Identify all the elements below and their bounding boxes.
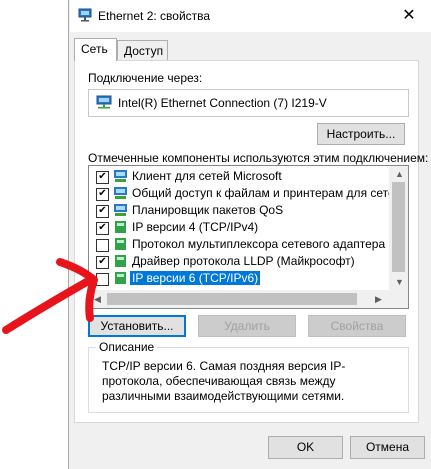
background-area [0, 0, 70, 469]
component-label: IP версии 6 (TCP/IPv6) [130, 271, 261, 285]
network-adapter-icon [96, 95, 112, 109]
ok-button[interactable]: OK [268, 436, 343, 459]
components-list[interactable]: ✔ Клиент для сетей Microsoft ✔ Общий дос… [88, 165, 409, 309]
vertical-scrollbar[interactable]: ▲ ▼ [389, 166, 408, 290]
scroll-down-icon[interactable]: ▼ [395, 277, 404, 287]
adapter-name: Intel(R) Ethernet Connection (7) I219-V [118, 96, 327, 110]
component-label: Клиент для сетей Microsoft [132, 169, 282, 183]
close-button[interactable]: ✕ [392, 4, 426, 28]
scroll-thumb[interactable] [107, 293, 357, 305]
horizontal-scrollbar[interactable]: ◀ ▶ [89, 290, 389, 308]
list-item[interactable]: ✔ Клиент для сетей Microsoft [89, 168, 390, 185]
scroll-up-icon[interactable]: ▲ [395, 169, 404, 179]
network-service-icon [114, 187, 127, 199]
network-adapter-icon [78, 8, 92, 22]
components-label: Отмеченные компоненты используются этим … [88, 151, 429, 165]
list-item-selected[interactable]: IP версии 6 (TCP/IPv6) [89, 270, 390, 287]
scroll-thumb[interactable] [392, 182, 405, 272]
component-label: Протокол мультиплексора сетевого адаптер… [132, 237, 409, 251]
red-arrow-annotation [2, 258, 98, 334]
window-title: Ethernet 2: свойства [98, 9, 211, 23]
tab-access[interactable]: Доступ [117, 40, 168, 61]
component-checkbox[interactable]: ✔ [96, 171, 109, 184]
component-checkbox[interactable]: ✔ [96, 222, 109, 235]
component-checkbox[interactable]: ✔ [96, 205, 109, 218]
protocol-icon [115, 255, 126, 267]
list-item[interactable]: ✔ Планировщик пакетов QoS [89, 202, 390, 219]
list-item[interactable]: ✔ Драйвер протокола LLDP (Майкрософт) [89, 253, 390, 270]
scroll-corner [389, 290, 408, 308]
remove-button[interactable]: Удалить [198, 315, 296, 337]
protocol-icon [115, 272, 126, 284]
properties-button[interactable]: Свойства [308, 315, 406, 337]
list-item[interactable]: Протокол мультиплексора сетевого адаптер… [89, 236, 408, 253]
protocol-icon [115, 221, 126, 233]
component-label: Драйвер протокола LLDP (Майкрософт) [132, 254, 355, 268]
description-text: TCP/IP версии 6. Самая поздняя версия IP… [102, 359, 346, 403]
network-service-icon [114, 204, 127, 216]
list-item[interactable]: ✔ Общий доступ к файлам и принтерам для … [89, 185, 408, 202]
component-label: IP версии 4 (TCP/IPv4) [132, 220, 259, 234]
protocol-icon [115, 238, 126, 250]
scroll-right-icon[interactable]: ▶ [375, 294, 382, 305]
cancel-button[interactable]: Отмена [350, 436, 425, 459]
component-label: Планировщик пакетов QoS [132, 203, 284, 217]
configure-button[interactable]: Настроить... [317, 123, 405, 145]
component-checkbox[interactable]: ✔ [96, 188, 109, 201]
network-client-icon [114, 170, 127, 182]
component-label: Общий доступ к файлам и принтерам для се… [132, 186, 409, 200]
connect-via-label: Подключение через: [88, 71, 203, 85]
list-item[interactable]: ✔ IP версии 4 (TCP/IPv4) [89, 219, 390, 236]
tab-network[interactable]: Сеть [74, 38, 117, 61]
